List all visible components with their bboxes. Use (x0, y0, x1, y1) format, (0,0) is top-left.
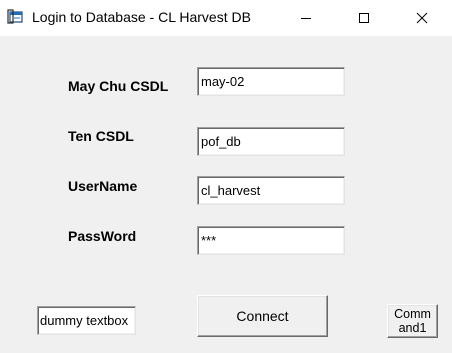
maximize-button[interactable] (341, 0, 387, 36)
minimize-icon (301, 18, 311, 19)
username-input[interactable] (197, 176, 345, 205)
server-label: May Chu CSDL (68, 78, 169, 94)
close-button[interactable] (399, 0, 445, 36)
minimize-button[interactable] (283, 0, 329, 36)
title-bar[interactable]: Login to Database - CL Harvest DB (0, 0, 452, 36)
close-icon (416, 12, 428, 24)
database-name-input[interactable] (197, 127, 345, 156)
database-window-icon[interactable] (7, 9, 24, 25)
server-input[interactable] (197, 67, 345, 96)
command1-button[interactable]: Comm and1 (387, 304, 438, 338)
database-name-label: Ten CSDL (68, 128, 134, 144)
username-label: UserName (68, 178, 138, 194)
maximize-icon (359, 13, 369, 23)
dummy-textbox[interactable] (37, 306, 136, 335)
window-title: Login to Database - CL Harvest DB (32, 9, 251, 25)
connect-button[interactable]: Connect (197, 295, 328, 337)
password-input[interactable] (197, 226, 345, 255)
password-label: PassWord (68, 228, 137, 244)
